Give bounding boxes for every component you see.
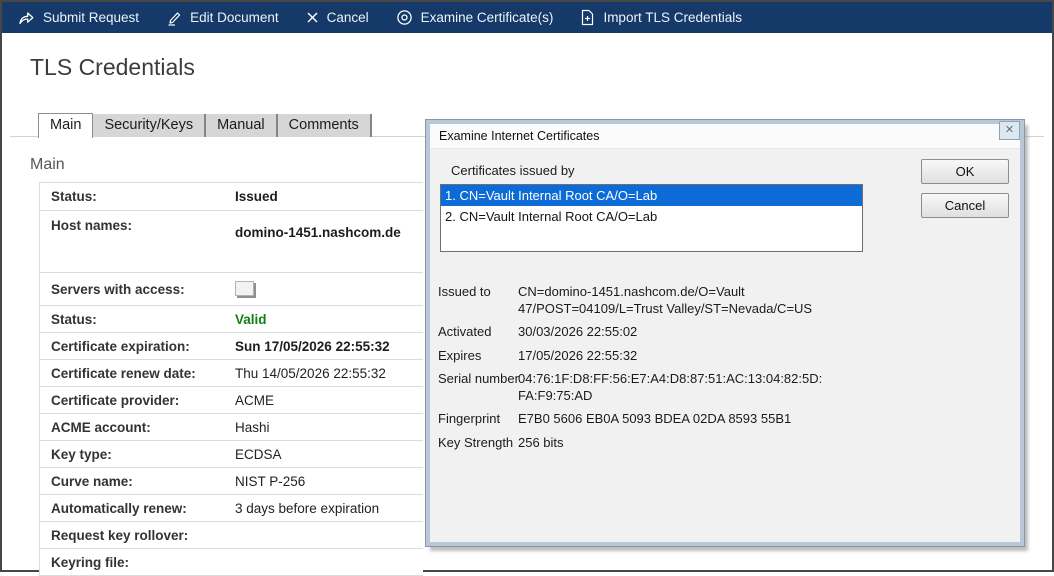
certificate-list-item[interactable]: 1. CN=Vault Internal Root CA/O=Lab xyxy=(441,185,862,206)
servers-with-access-button[interactable] xyxy=(235,280,254,296)
form-row: Certificate provider: ACME xyxy=(40,387,423,414)
examine-certificates-dialog: Examine Internet Certificates ✕ Certific… xyxy=(426,120,1024,546)
dialog-close-button[interactable]: ✕ xyxy=(999,121,1020,140)
certificate-details: Issued to CN=domino-1451.nashcom.de/O=Va… xyxy=(438,284,908,458)
tab-manual[interactable]: Manual xyxy=(206,114,278,137)
field-label: Status: xyxy=(51,189,97,204)
detail-label: Fingerprint xyxy=(438,411,501,426)
tabbar: Main Security/Keys Manual Comments xyxy=(38,113,372,138)
notes-window: Submit Request Edit Document Cancel Exam… xyxy=(0,0,1054,576)
ok-button[interactable]: OK xyxy=(921,159,1009,184)
detail-label: Issued to xyxy=(438,284,491,299)
cancel-x-icon xyxy=(306,11,319,24)
field-label: Status: xyxy=(51,311,97,327)
form-row: Servers with access: xyxy=(40,273,423,306)
toolbar-item-label: Submit Request xyxy=(43,10,140,25)
toolbar-item-label: Edit Document xyxy=(190,10,279,25)
detail-value: 30/03/2026 22:55:02 xyxy=(518,324,638,339)
field-label: ACME account: xyxy=(51,419,151,435)
form-row: Status: Valid xyxy=(40,306,423,333)
dialog-titlebar[interactable]: Examine Internet Certificates xyxy=(430,124,1020,149)
submit-arrow-icon xyxy=(18,10,35,26)
certificate-listbox[interactable]: 1. CN=Vault Internal Root CA/O=Lab 2. CN=… xyxy=(440,184,863,252)
field-label: Request key rollover: xyxy=(51,527,189,543)
form-table: Status: Issued Host names: domino-1451.n… xyxy=(39,182,423,576)
field-label: Keyring file: xyxy=(51,554,130,570)
field-value: ECDSA xyxy=(235,446,282,462)
field-label: Certificate expiration: xyxy=(51,338,190,354)
field-label: Automatically renew: xyxy=(51,500,187,516)
cancel-dialog-button[interactable]: Cancel xyxy=(921,193,1009,218)
cancel-button[interactable]: Cancel xyxy=(306,10,369,25)
detail-row: Activated 30/03/2026 22:55:02 xyxy=(438,324,908,341)
tab-security-keys[interactable]: Security/Keys xyxy=(93,114,207,137)
form-row: Automatically renew: 3 days before expir… xyxy=(40,495,423,522)
toolbar-item-label: Cancel xyxy=(326,10,369,25)
detail-label: Activated xyxy=(438,324,492,339)
toolbar-item-label: Examine Certificate(s) xyxy=(420,10,554,25)
form-row: Status: Issued xyxy=(40,183,423,211)
field-label: Curve name: xyxy=(51,473,133,489)
close-icon: ✕ xyxy=(1004,124,1015,136)
detail-value: 256 bits xyxy=(518,434,564,450)
field-label: Certificate renew date: xyxy=(51,365,196,381)
detail-row: Key Strength 256 bits xyxy=(438,435,908,452)
certificates-issued-by-label: Certificates issued by xyxy=(451,163,575,178)
field-value: 3 days before expiration xyxy=(235,500,380,516)
field-value: Thu 14/05/2026 22:55:32 xyxy=(235,365,386,381)
detail-row: Fingerprint E7B0 5606 EB0A 5093 BDEA 02D… xyxy=(438,411,908,428)
form-row: Certificate expiration: Sun 17/05/2026 2… xyxy=(40,333,423,360)
detail-label: Expires xyxy=(438,347,482,363)
detail-value: CN=domino-1451.nashcom.de/O=Vault 47/POS… xyxy=(518,284,813,316)
detail-label: Serial number xyxy=(438,371,519,386)
form-section-title: Main xyxy=(30,156,65,173)
field-value: ACME xyxy=(235,392,275,408)
detail-row: Issued to CN=domino-1451.nashcom.de/O=Va… xyxy=(438,284,908,317)
field-value: domino-1451.nashcom.de xyxy=(235,225,401,240)
examine-certificates-button[interactable]: Examine Certificate(s) xyxy=(396,9,554,26)
form-row: Curve name: NIST P-256 xyxy=(40,468,423,495)
form-row: Certificate renew date: Thu 14/05/2026 2… xyxy=(40,360,423,387)
dialog-title: Examine Internet Certificates xyxy=(439,129,600,143)
form-row: ACME account: Hashi xyxy=(40,414,423,441)
field-value: Valid xyxy=(235,311,267,327)
examine-certificates-icon xyxy=(396,9,413,26)
import-tls-credentials-button[interactable]: Import TLS Credentials xyxy=(580,9,742,26)
field-value: Issued xyxy=(235,189,278,204)
field-label: Key type: xyxy=(51,446,112,462)
detail-value: 04:76:1F:D8:FF:56:E7:A4:D8:87:51:AC:13:0… xyxy=(518,371,823,403)
form-row: Host names: domino-1451.nashcom.de xyxy=(40,211,423,273)
page-title: TLS Credentials xyxy=(30,54,195,80)
tab-main[interactable]: Main xyxy=(38,113,94,138)
detail-label: Key Strength xyxy=(438,434,514,450)
field-value: Sun 17/05/2026 22:55:32 xyxy=(235,338,390,354)
detail-value: E7B0 5606 EB0A 5093 BDEA 02DA 8593 55B1 xyxy=(518,411,792,426)
toolbar-item-label: Import TLS Credentials xyxy=(603,10,742,25)
detail-row: Serial number 04:76:1F:D8:FF:56:E7:A4:D8… xyxy=(438,371,908,404)
edit-document-button[interactable]: Edit Document xyxy=(166,10,279,26)
field-label: Certificate provider: xyxy=(51,392,180,408)
field-label: Servers with access: xyxy=(51,281,185,297)
detail-row: Expires 17/05/2026 22:55:32 xyxy=(438,348,908,365)
detail-value: 17/05/2026 22:55:32 xyxy=(518,347,638,363)
form-row: Key type: ECDSA xyxy=(40,441,423,468)
import-document-icon xyxy=(580,9,595,26)
field-label: Host names: xyxy=(51,218,133,233)
certificate-list-item[interactable]: 2. CN=Vault Internal Root CA/O=Lab xyxy=(441,206,862,227)
submit-request-button[interactable]: Submit Request xyxy=(18,10,139,26)
tab-comments[interactable]: Comments xyxy=(277,114,372,137)
edit-pencil-icon xyxy=(166,10,182,26)
field-value: Hashi xyxy=(235,419,270,435)
action-toolbar: Submit Request Edit Document Cancel Exam… xyxy=(2,2,1052,33)
field-value: NIST P-256 xyxy=(235,473,306,489)
form-row: Request key rollover: xyxy=(40,522,423,549)
